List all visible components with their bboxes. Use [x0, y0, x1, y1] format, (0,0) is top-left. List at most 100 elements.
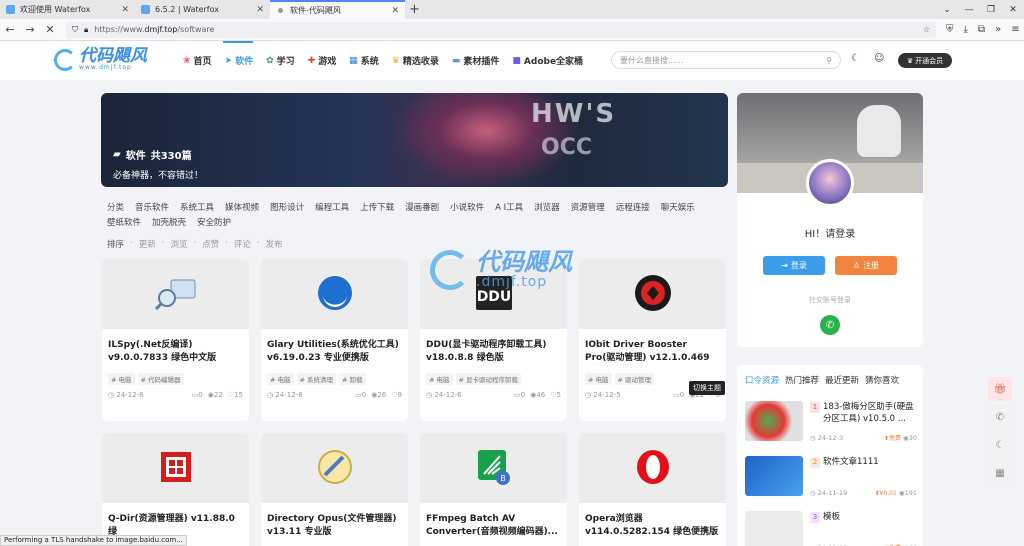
post-thumbnail[interactable]	[102, 433, 249, 503]
hot-item-title[interactable]: 183-傲梅分区助手(硬盘分区工具) v10.5.0 ...	[823, 401, 917, 425]
post-tag[interactable]: # 卸载	[339, 373, 366, 385]
filter-category[interactable]: 漫画番剧	[405, 201, 439, 216]
pocket-icon[interactable]: ⛨	[946, 24, 954, 35]
sort-option[interactable]: 点赞	[202, 238, 219, 250]
list-all-tabs-icon[interactable]: ⌄	[936, 0, 958, 19]
post-tag[interactable]: # 显卡驱动程序卸载	[455, 373, 522, 385]
site-logo[interactable]: 代码飓风 www.dmjf.top	[54, 48, 147, 71]
wechat-icon[interactable]: ✆	[988, 405, 1012, 429]
hot-item-title[interactable]: 软件文章1111	[823, 456, 917, 468]
filter-category[interactable]: 上传下载	[360, 201, 394, 216]
post-card[interactable]: Q-Dir(资源管理器) v11.88.0 绿	[102, 433, 249, 546]
address-bar[interactable]: ⛉ 🔒︎ https://www.dmjf.top/software ☆	[66, 21, 936, 38]
restore-icon[interactable]: ❐	[980, 0, 1002, 19]
post-card[interactable]: IObit Driver Booster Pro(驱动管理) v12.1.0.4…	[579, 259, 726, 421]
filter-category[interactable]: 音乐软件	[135, 201, 169, 216]
moon-icon[interactable]: ☾	[851, 53, 860, 64]
post-title[interactable]: Glary Utilities(系统优化工具) v6.19.0.23 专业便携版	[267, 339, 402, 365]
qrcode-icon[interactable]: ▦	[988, 461, 1012, 485]
theme-toggle-icon[interactable]: ☾	[988, 433, 1012, 457]
downloads-icon[interactable]: ⤓	[964, 24, 968, 35]
sort-option[interactable]: 更新	[139, 238, 156, 250]
hot-item-thumbnail[interactable]	[745, 511, 803, 546]
post-tag[interactable]: # 电脑	[108, 373, 135, 385]
post-tag[interactable]: # 驱动管理	[614, 373, 655, 385]
post-title[interactable]: FFmpeg Batch AV Converter(音频视频编码器)...	[426, 513, 561, 539]
post-tag[interactable]: # 电脑	[426, 373, 453, 385]
hot-item-thumbnail[interactable]	[745, 401, 803, 441]
register-button[interactable]: ♙ 注册	[835, 256, 897, 275]
overflow-icon[interactable]: »	[995, 24, 1001, 35]
filter-category[interactable]: 加壳脱壳	[152, 216, 186, 231]
shield-icon[interactable]: ⛉	[72, 25, 78, 35]
hot-tab[interactable]: 口令资源	[745, 374, 779, 386]
hot-item[interactable]: 1 183-傲梅分区助手(硬盘分区工具) v10.5.0 ... ◷ 24-12-3…	[745, 401, 917, 445]
nav-item-6[interactable]: ▬ 素材插件	[452, 54, 500, 68]
filter-category[interactable]: 媒体视频	[225, 201, 259, 216]
post-thumbnail[interactable]	[261, 259, 408, 329]
post-tag[interactable]: # 系统清理	[296, 373, 337, 385]
filter-category[interactable]: 小说软件	[450, 201, 484, 216]
post-title[interactable]: DDU(显卡驱动程序卸载工具) v18.0.8.8 绿色版	[426, 339, 561, 365]
post-tag[interactable]: # 电脑	[267, 373, 294, 385]
post-tag[interactable]: # 代码编辑器	[137, 373, 184, 385]
nav-item-2[interactable]: ✿ 学习	[266, 54, 295, 68]
post-thumbnail[interactable]	[579, 259, 726, 329]
post-card[interactable]: Opera浏览器 v114.0.5282.154 绿色便携版	[579, 433, 726, 546]
close-window-icon[interactable]: ✕	[1002, 0, 1024, 19]
nav-item-4[interactable]: ▦ 系统	[349, 54, 379, 68]
filter-category[interactable]: 图形设计	[270, 201, 304, 216]
browser-tab-3[interactable]: 软件-代码飓风 ✕	[270, 0, 405, 19]
post-thumbnail[interactable]: B	[420, 433, 567, 503]
sort-option[interactable]: 评论	[234, 238, 251, 250]
gift-icon[interactable]: 🎁︎	[988, 377, 1012, 401]
close-tab-icon[interactable]: ✕	[121, 5, 129, 15]
filter-category[interactable]: 聊天娱乐	[661, 201, 695, 216]
nav-item-1[interactable]: ➤ 软件	[222, 41, 253, 67]
sort-option[interactable]: 浏览	[170, 238, 187, 250]
login-button[interactable]: ⇥ 登录	[763, 256, 825, 275]
post-card[interactable]: B FFmpeg Batch AV Converter(音频视频编码器)...	[420, 433, 567, 546]
filter-category[interactable]: 浏览器	[534, 201, 560, 216]
post-card[interactable]: Directory Opus(文件管理器) v13.11 专业版	[261, 433, 408, 546]
filter-category[interactable]: A I工具	[495, 201, 523, 216]
search-icon[interactable]: ⚲	[826, 56, 832, 65]
filter-category[interactable]: 系统工具	[180, 201, 214, 216]
hot-item[interactable]: 3模板◷ 24-11-19⬆免费 ◉66	[745, 511, 917, 546]
nav-item-7[interactable]: ■ Adobe全家桶	[512, 54, 583, 68]
nav-item-0[interactable]: ❀ 首页	[183, 54, 212, 68]
url-text[interactable]: https://www.dmjf.top/software	[94, 25, 214, 34]
filter-category[interactable]: 安全防护	[197, 216, 231, 231]
bookmark-star-icon[interactable]: ☆	[923, 25, 930, 34]
filter-category[interactable]: 远程连接	[616, 201, 650, 216]
lock-icon[interactable]: 🔒︎	[84, 25, 88, 35]
post-thumbnail[interactable]	[261, 433, 408, 503]
post-card[interactable]: Glary Utilities(系统优化工具) v6.19.0.23 专业便携版…	[261, 259, 408, 421]
hot-item-thumbnail[interactable]	[745, 456, 803, 496]
user-icon[interactable]: ☺	[874, 53, 884, 64]
post-title[interactable]: Directory Opus(文件管理器) v13.11 专业版	[267, 513, 402, 539]
avatar[interactable]	[806, 159, 854, 207]
close-tab-icon[interactable]: ✕	[391, 6, 399, 16]
close-tab-icon[interactable]: ✕	[256, 5, 264, 15]
post-title[interactable]: IObit Driver Booster Pro(驱动管理) v12.1.0.4…	[585, 339, 720, 365]
search-input[interactable]: 要什么直接搜...... ⚲	[611, 51, 841, 69]
post-card[interactable]: ILSpy(.Net反编译) v9.0.0.7833 绿色中文版 # 电脑 # 代码…	[102, 259, 249, 421]
menu-icon[interactable]: ≡	[1011, 24, 1019, 35]
new-tab-button[interactable]: +	[405, 0, 424, 19]
hot-tab[interactable]: 最近更新	[825, 374, 859, 386]
hot-item-title[interactable]: 模板	[823, 511, 917, 523]
stop-icon[interactable]: ✕	[40, 23, 60, 36]
filter-category[interactable]: 资源管理	[571, 201, 605, 216]
post-title[interactable]: ILSpy(.Net反编译) v9.0.0.7833 绿色中文版	[108, 339, 243, 365]
browser-tab-1[interactable]: 欢迎使用 Waterfox ✕	[0, 0, 135, 19]
nav-item-3[interactable]: ✚ 游戏	[308, 54, 337, 68]
filter-category[interactable]: 壁纸软件	[107, 216, 141, 231]
wechat-login-icon[interactable]: ✆	[820, 315, 840, 335]
hot-tab[interactable]: 热门推荐	[785, 374, 819, 386]
sort-option[interactable]: 发布	[266, 238, 283, 250]
post-thumbnail[interactable]	[579, 433, 726, 503]
post-thumbnail[interactable]	[102, 259, 249, 329]
vip-button[interactable]: ♛ 开通会员	[898, 53, 952, 68]
extensions-icon[interactable]: ⧉	[978, 24, 985, 35]
